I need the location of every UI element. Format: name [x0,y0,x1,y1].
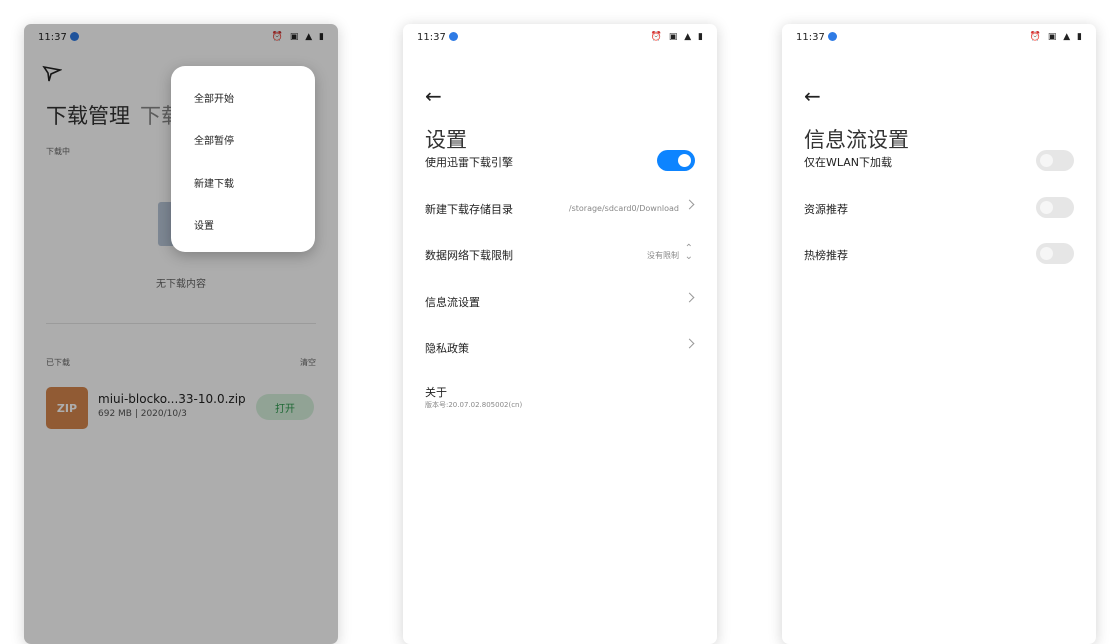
row-resource-recommend[interactable]: 资源推荐 [804,197,1074,221]
row-label: 热榜推荐 [804,249,848,262]
thunder-engine-toggle[interactable] [657,150,695,171]
row-hot-list[interactable]: 热榜推荐 [804,243,1074,267]
toggle-knob [1040,154,1053,167]
menu-pause-all[interactable]: 全部暂停 [194,132,234,147]
hot-list-toggle[interactable] [1036,243,1074,264]
status-icons: ⏰ ▣ ▲ ▮ [1029,32,1084,42]
chevron-right-icon [684,199,695,210]
toggle-knob [1040,247,1053,260]
cloud-icon [827,32,837,41]
cloud-icon [448,32,458,41]
back-arrow-icon[interactable]: ← [804,84,821,108]
menu-settings[interactable]: 设置 [194,217,214,232]
status-time: 11:37 [417,32,458,43]
resource-recommend-toggle[interactable] [1036,197,1074,218]
chevron-right-icon [684,338,695,349]
toggle-knob [1040,201,1053,214]
updown-chevron-icon: ⌃ ⌄ [684,243,693,262]
row-feed-settings[interactable]: 信息流设置 [425,290,695,314]
row-label: 新建下载存储目录 [425,203,513,216]
row-thunder-engine[interactable]: 使用迅雷下载引擎 [425,150,695,174]
row-label: 使用迅雷下载引擎 [425,156,513,169]
phone-settings: 11:37 ⏰ ▣ ▲ ▮ ← 设置 使用迅雷下载引擎 新建下载存储目录 /st… [403,24,717,644]
menu-start-all[interactable]: 全部开始 [194,90,234,105]
row-label: 信息流设置 [425,296,480,309]
phone-download-manager: 11:37 ⏰ ▣ ▲ ▮ 下载管理 下载 下载中 无下载内容 已下载 清空 Z… [24,24,338,644]
row-data-limit[interactable]: 数据网络下载限制 没有限制 ⌃ ⌄ [425,243,695,267]
about-label[interactable]: 关于 [425,384,447,400]
row-label: 数据网络下载限制 [425,249,513,262]
row-privacy-policy[interactable]: 隐私政策 [425,336,695,360]
version-text: 版本号:20.07.02.805002(cn) [425,401,523,409]
toggle-knob [678,154,691,167]
row-value: /storage/sdcard0/Download [568,204,679,213]
menu-new-download[interactable]: 新建下载 [194,175,234,190]
popup-menu: 全部开始 全部暂停 新建下载 设置 [171,66,315,252]
status-bar: 11:37 ⏰ ▣ ▲ ▮ [403,24,717,52]
status-time: 11:37 [796,32,837,43]
status-bar: 11:37 ⏰ ▣ ▲ ▮ [782,24,1096,52]
row-value: 没有限制 [647,251,679,260]
row-label: 隐私政策 [425,342,469,355]
row-wlan-only[interactable]: 仅在WLAN下加载 [804,150,1074,174]
status-icons: ⏰ ▣ ▲ ▮ [650,32,705,42]
wlan-only-toggle[interactable] [1036,150,1074,171]
chevron-right-icon [684,292,695,303]
phone-feed-settings: 11:37 ⏰ ▣ ▲ ▮ ← 信息流设置 仅在WLAN下加载 资源推荐 热榜推… [782,24,1096,644]
row-label: 仅在WLAN下加载 [804,156,893,169]
row-storage-dir[interactable]: 新建下载存储目录 /storage/sdcard0/Download [425,197,695,221]
back-arrow-icon[interactable]: ← [425,84,442,108]
row-label: 资源推荐 [804,203,848,216]
